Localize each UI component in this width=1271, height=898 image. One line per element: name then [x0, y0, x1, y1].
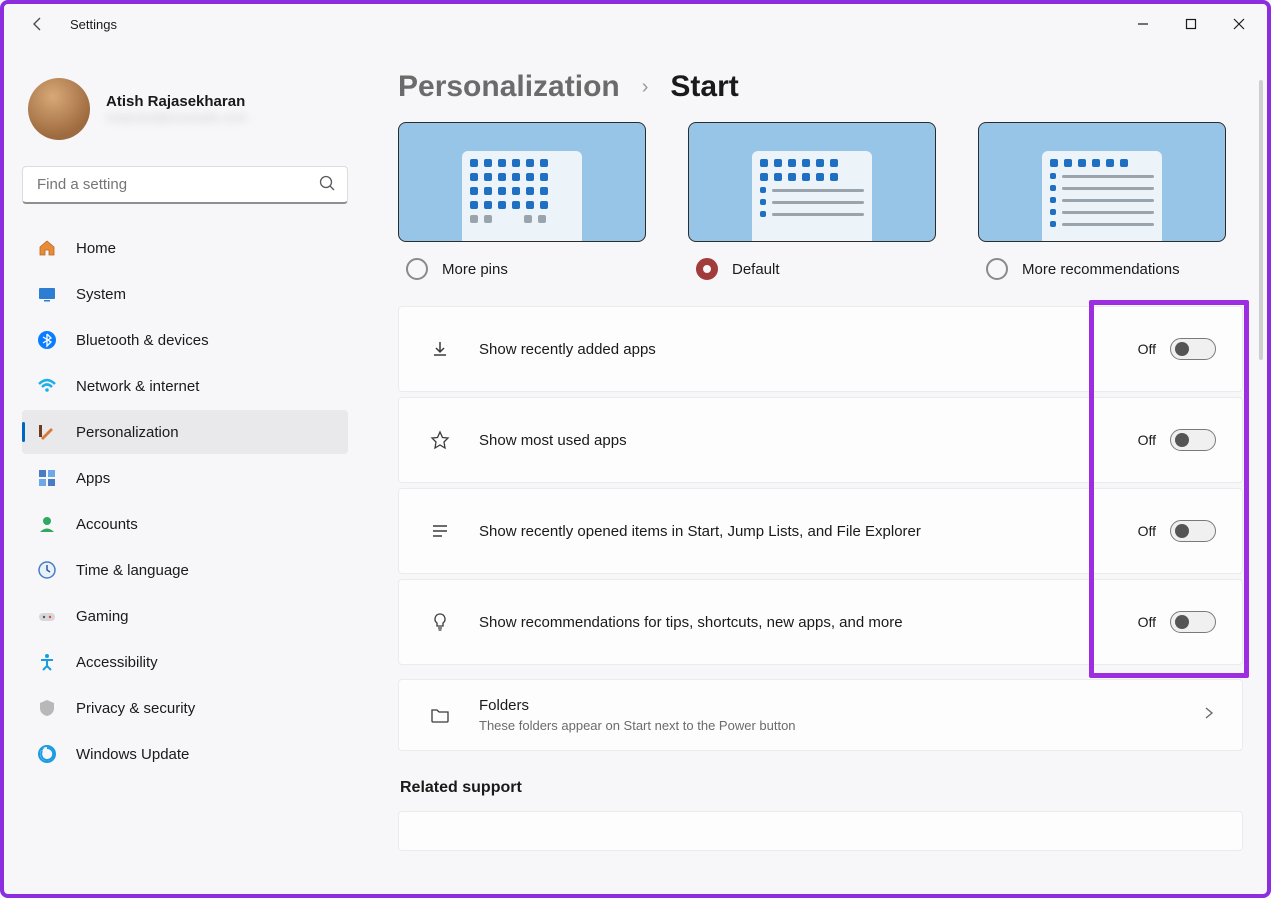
toggle-switch[interactable] [1170, 520, 1216, 542]
brush-icon [36, 421, 58, 443]
toggle-state: Off [1138, 523, 1156, 539]
sidebar-item-time-language[interactable]: Time & language [22, 548, 348, 592]
sidebar-item-network-internet[interactable]: Network & internet [22, 364, 348, 408]
setting-label: Show recently added apps [479, 341, 1138, 358]
chevron-right-icon [1202, 706, 1216, 725]
sidebar-item-label: Personalization [76, 424, 179, 441]
time-icon [36, 559, 58, 581]
layout-label: Default [732, 261, 780, 278]
star-icon [425, 430, 455, 450]
avatar [28, 78, 90, 140]
bluetooth-icon [36, 329, 58, 351]
breadcrumb: Personalization › Start [398, 70, 1243, 104]
layout-label: More pins [442, 261, 508, 278]
layout-option-default[interactable]: Default [688, 122, 936, 280]
related-support-row[interactable] [398, 811, 1243, 851]
sidebar-item-accounts[interactable]: Accounts [22, 502, 348, 546]
sidebar-item-personalization[interactable]: Personalization [22, 410, 348, 454]
sidebar-item-label: Home [76, 240, 116, 257]
sidebar-item-label: Bluetooth & devices [76, 332, 209, 349]
user-info[interactable]: Atish Rajasekharan redacted@example.com [22, 74, 348, 160]
layout-preview [398, 122, 646, 242]
radio-button[interactable] [986, 258, 1008, 280]
search-icon [318, 174, 336, 197]
setting-row: Show recommendations for tips, shortcuts… [398, 579, 1243, 665]
shield-icon [36, 697, 58, 719]
chevron-right-icon: › [642, 76, 649, 99]
sidebar-item-label: Windows Update [76, 746, 189, 763]
close-button[interactable] [1215, 8, 1263, 40]
setting-row: Show most used appsOff [398, 397, 1243, 483]
toggle-switch[interactable] [1170, 429, 1216, 451]
sidebar-item-accessibility[interactable]: Accessibility [22, 640, 348, 684]
breadcrumb-parent[interactable]: Personalization [398, 70, 620, 104]
sidebar-item-label: Accessibility [76, 654, 158, 671]
download-icon [425, 339, 455, 359]
setting-label: Show recently opened items in Start, Jum… [479, 523, 1138, 540]
list-icon [425, 521, 455, 541]
sidebar-item-label: System [76, 286, 126, 303]
folder-icon [425, 705, 455, 725]
sidebar-item-apps[interactable]: Apps [22, 456, 348, 500]
toggle-state: Off [1138, 432, 1156, 448]
accounts-icon [36, 513, 58, 535]
app-title: Settings [70, 17, 117, 32]
gaming-icon [36, 605, 58, 627]
sidebar-item-label: Network & internet [76, 378, 199, 395]
radio-button[interactable] [406, 258, 428, 280]
layout-preview [688, 122, 936, 242]
system-icon [36, 283, 58, 305]
back-button[interactable] [22, 8, 54, 40]
setting-row: Show recently added appsOff [398, 306, 1243, 392]
apps-icon [36, 467, 58, 489]
search-input[interactable] [22, 166, 348, 204]
sidebar-item-home[interactable]: Home [22, 226, 348, 270]
search-container [22, 166, 348, 204]
folders-row[interactable]: Folders These folders appear on Start ne… [398, 679, 1243, 751]
toggle-state: Off [1138, 341, 1156, 357]
related-support-heading: Related support [400, 779, 1243, 797]
folders-title: Folders [479, 697, 1202, 714]
layout-option-more-recommendations[interactable]: More recommendations [978, 122, 1226, 280]
sidebar-item-label: Apps [76, 470, 110, 487]
bulb-icon [425, 612, 455, 632]
sidebar-item-label: Time & language [76, 562, 189, 579]
scrollbar[interactable] [1259, 80, 1263, 360]
sidebar-item-privacy-security[interactable]: Privacy & security [22, 686, 348, 730]
access-icon [36, 651, 58, 673]
layout-label: More recommendations [1022, 261, 1180, 278]
sidebar-item-gaming[interactable]: Gaming [22, 594, 348, 638]
sidebar-item-system[interactable]: System [22, 272, 348, 316]
user-name: Atish Rajasekharan [106, 93, 247, 110]
user-email: redacted@example.com [106, 110, 247, 125]
update-icon [36, 743, 58, 765]
sidebar-item-bluetooth-devices[interactable]: Bluetooth & devices [22, 318, 348, 362]
setting-label: Show most used apps [479, 432, 1138, 449]
sidebar-item-label: Accounts [76, 516, 138, 533]
home-icon [36, 237, 58, 259]
radio-button[interactable] [696, 258, 718, 280]
toggle-switch[interactable] [1170, 611, 1216, 633]
setting-row: Show recently opened items in Start, Jum… [398, 488, 1243, 574]
setting-label: Show recommendations for tips, shortcuts… [479, 614, 1138, 631]
maximize-button[interactable] [1167, 8, 1215, 40]
sidebar-item-label: Gaming [76, 608, 129, 625]
minimize-button[interactable] [1119, 8, 1167, 40]
toggle-state: Off [1138, 614, 1156, 630]
layout-option-more-pins[interactable]: More pins [398, 122, 646, 280]
toggle-switch[interactable] [1170, 338, 1216, 360]
wifi-icon [36, 375, 58, 397]
layout-preview [978, 122, 1226, 242]
folders-subtitle: These folders appear on Start next to th… [479, 718, 1202, 733]
sidebar-item-label: Privacy & security [76, 700, 195, 717]
sidebar-item-windows-update[interactable]: Windows Update [22, 732, 348, 776]
breadcrumb-current: Start [670, 70, 738, 104]
